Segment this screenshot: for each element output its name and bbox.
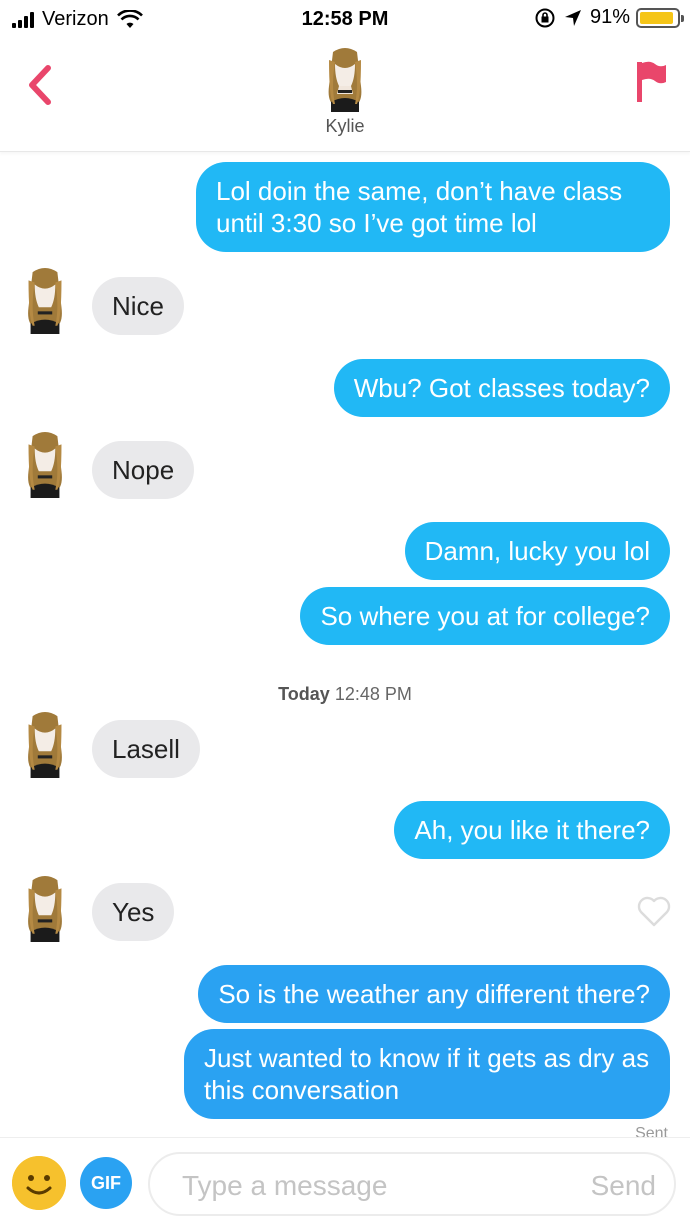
timestamp-day: Today — [278, 684, 330, 704]
send-button[interactable]: Send — [591, 1170, 656, 1202]
match-avatar[interactable] — [325, 46, 365, 112]
heart-icon[interactable] — [636, 894, 672, 928]
match-avatar[interactable] — [24, 874, 66, 942]
message-bubble-sent: Ah, you like it there? — [394, 801, 670, 859]
match-name: Kylie — [325, 116, 365, 136]
flag-icon[interactable] — [634, 60, 668, 104]
message-bubble-received: Lasell — [92, 720, 200, 778]
chevron-left-icon[interactable] — [20, 60, 60, 110]
battery-percent: 91% — [589, 6, 630, 28]
message-bubble-sent: Damn, lucky you lol — [404, 522, 670, 580]
message-bubble-sent: So is the weather any different there? — [198, 965, 670, 1023]
chat-header: Kylie — [0, 40, 690, 152]
message-composer: GIF Type a message Send — [0, 1137, 690, 1227]
status-right: 91% — [534, 6, 684, 29]
match-avatar[interactable] — [24, 710, 66, 778]
message-input[interactable]: Type a message Send — [148, 1152, 676, 1216]
match-avatar[interactable] — [24, 266, 66, 334]
message-bubble-received: Nice — [92, 277, 185, 335]
conversation-timestamp: Today 12:48 PM — [0, 684, 690, 705]
emoji-icon[interactable] — [12, 1156, 66, 1210]
message-input-placeholder: Type a message — [182, 1170, 388, 1201]
match-avatar[interactable] — [24, 430, 66, 498]
message-bubble-sent: Lol doin the same, don’t have class unti… — [196, 162, 670, 252]
message-bubble-sent: Just wanted to know if it gets as dry as… — [184, 1029, 670, 1119]
message-bubble-sent: So where you at for college? — [300, 587, 670, 645]
orientation-lock-icon — [535, 8, 555, 27]
message-bubble-received: Nope — [92, 441, 195, 499]
location-icon — [564, 9, 581, 26]
gif-button[interactable]: GIF — [80, 1157, 132, 1209]
battery-icon — [636, 7, 684, 28]
message-bubble-sent: Wbu? Got classes today? — [333, 359, 670, 417]
timestamp-time: 12:48 PM — [334, 684, 412, 704]
status-bar: Verizon 12:58 PM 91% — [0, 0, 690, 40]
message-bubble-received: Yes — [92, 883, 175, 941]
